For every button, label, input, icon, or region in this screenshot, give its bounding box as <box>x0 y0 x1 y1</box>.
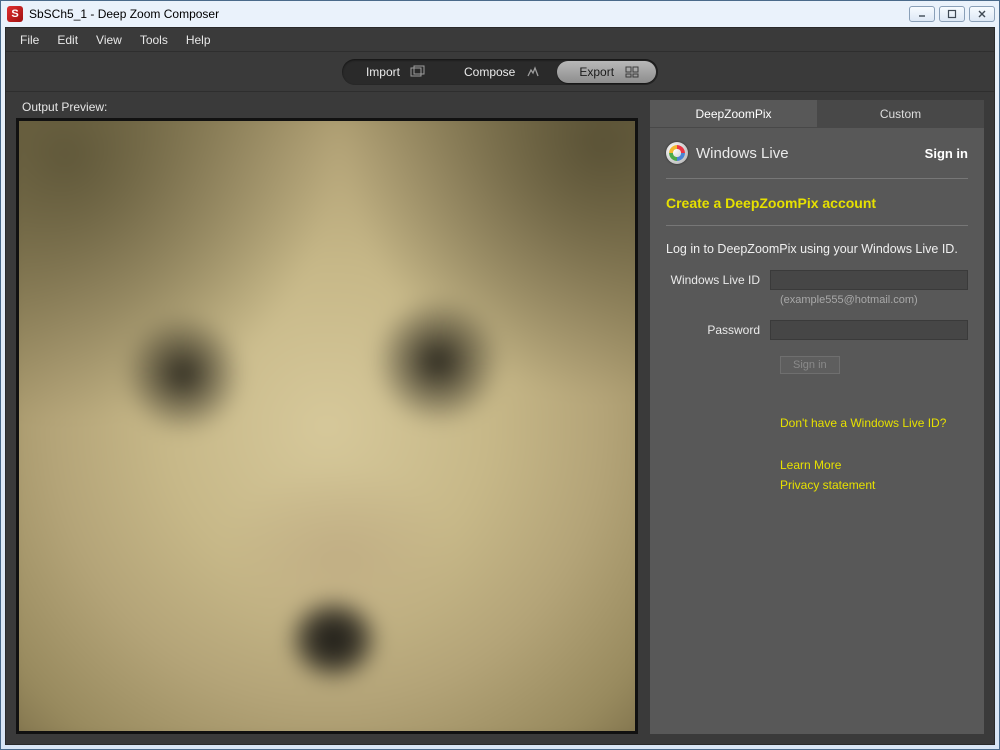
maximize-button[interactable] <box>939 6 965 22</box>
minimize-button[interactable] <box>909 6 935 22</box>
app-icon: S <box>7 6 23 22</box>
titlebar: S SbSCh5_1 - Deep Zoom Composer <box>1 1 999 27</box>
login-intro-text: Log in to DeepZoomPix using your Windows… <box>666 226 968 270</box>
menu-edit[interactable]: Edit <box>49 30 86 50</box>
app-chrome: File Edit View Tools Help Import Compose <box>5 27 995 745</box>
sign-in-button[interactable]: Sign in <box>780 356 840 374</box>
row-password: Password <box>666 320 968 340</box>
deepzoompix-panel: Windows Live Sign in Create a DeepZoomPi… <box>650 128 984 734</box>
compose-icon <box>525 65 541 79</box>
preview-column: Output Preview: <box>16 100 638 734</box>
windows-live-row: Windows Live Sign in <box>666 142 968 179</box>
side-panel: DeepZoomPix Custom Windows Live Sign in … <box>650 100 984 734</box>
menubar: File Edit View Tools Help <box>6 28 994 52</box>
mode-compose[interactable]: Compose <box>442 61 557 83</box>
mode-pills: Import Compose Export <box>342 59 658 85</box>
mode-export[interactable]: Export <box>557 61 656 83</box>
menu-view[interactable]: View <box>88 30 130 50</box>
menu-file[interactable]: File <box>12 30 47 50</box>
side-tabs: DeepZoomPix Custom <box>650 100 984 128</box>
mode-import[interactable]: Import <box>344 61 442 83</box>
create-account-link[interactable]: Create a DeepZoomPix account <box>666 179 968 226</box>
password-input[interactable] <box>770 320 968 340</box>
menu-help[interactable]: Help <box>178 30 219 50</box>
mode-import-label: Import <box>366 65 400 79</box>
row-live-id: Windows Live ID <box>666 270 968 290</box>
preview-label: Output Preview: <box>22 100 638 114</box>
app-window: S SbSCh5_1 - Deep Zoom Composer File Edi… <box>0 0 1000 750</box>
window-title: SbSCh5_1 - Deep Zoom Composer <box>29 7 909 21</box>
tab-deepzoompix[interactable]: DeepZoomPix <box>650 100 817 128</box>
windows-live-logo-icon <box>666 142 688 164</box>
preview-viewport[interactable] <box>16 118 638 734</box>
sign-in-header[interactable]: Sign in <box>925 146 968 161</box>
password-label: Password <box>666 323 770 337</box>
windows-live-text: Windows Live <box>696 145 789 162</box>
content-area: Output Preview: DeepZoomPix Custom Windo… <box>6 92 994 744</box>
privacy-link[interactable]: Privacy statement <box>780 478 968 492</box>
no-id-block: Don't have a Windows Live ID? <box>780 416 968 430</box>
live-id-label: Windows Live ID <box>666 273 770 287</box>
live-id-input[interactable] <box>770 270 968 290</box>
mode-export-label: Export <box>579 65 614 79</box>
mode-compose-label: Compose <box>464 65 515 79</box>
close-button[interactable] <box>969 6 995 22</box>
menu-tools[interactable]: Tools <box>132 30 176 50</box>
window-controls <box>909 6 995 22</box>
signin-button-row: Sign in <box>780 356 968 374</box>
learn-more-link[interactable]: Learn More <box>780 458 968 472</box>
windows-live-brand: Windows Live <box>666 142 789 164</box>
export-icon <box>624 65 640 79</box>
import-icon <box>410 65 426 79</box>
preview-image <box>16 118 638 734</box>
live-id-hint: (example555@hotmail.com) <box>780 294 968 306</box>
footer-links: Learn More Privacy statement <box>780 458 968 492</box>
tab-custom[interactable]: Custom <box>817 100 984 128</box>
no-live-id-link[interactable]: Don't have a Windows Live ID? <box>780 416 968 430</box>
mode-row: Import Compose Export <box>6 52 994 92</box>
